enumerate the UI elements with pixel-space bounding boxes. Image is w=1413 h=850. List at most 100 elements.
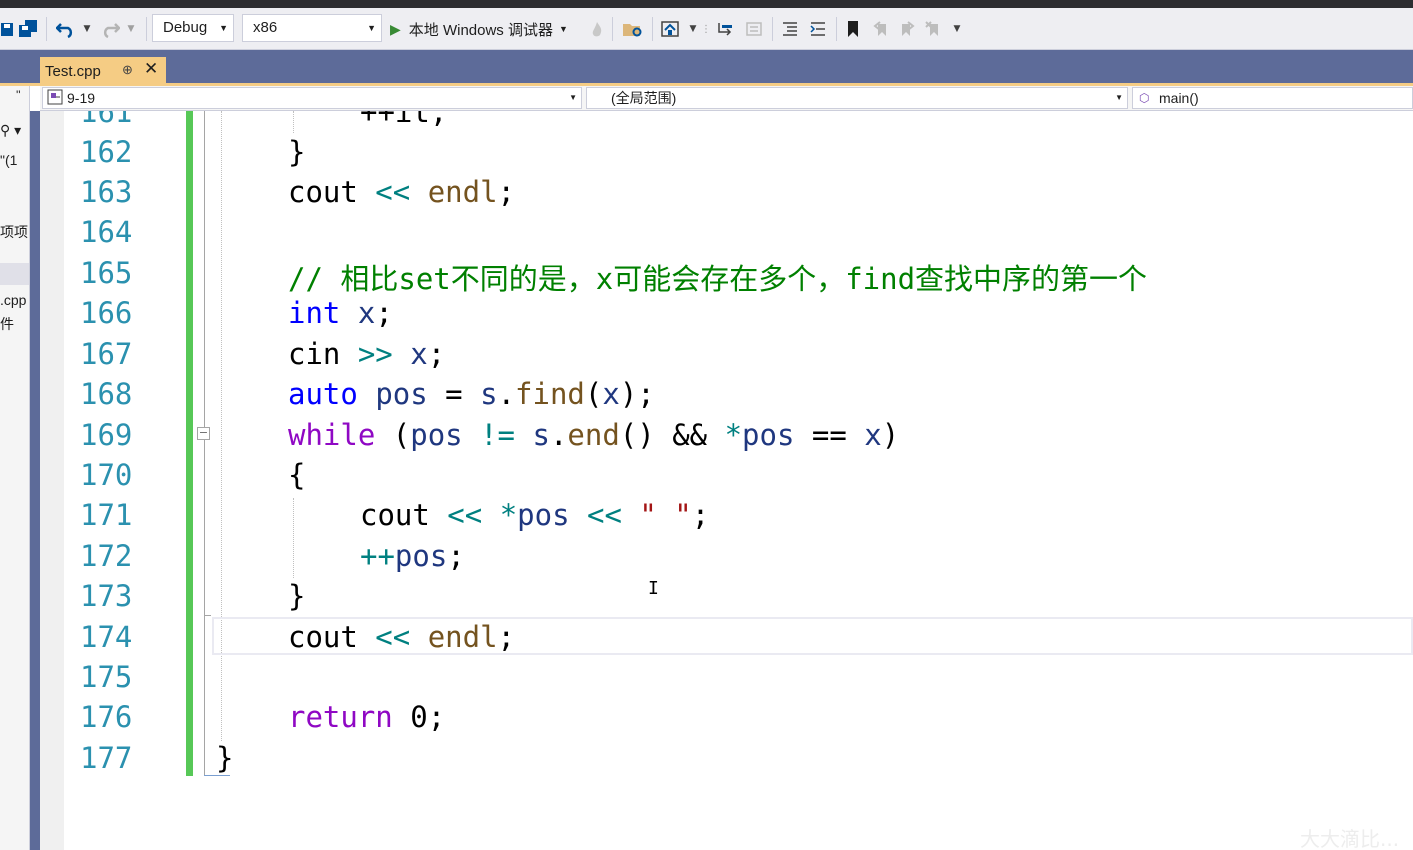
project-icon xyxy=(47,89,63,110)
line-number: 172 xyxy=(80,539,133,573)
redo-dropdown-icon[interactable]: ▼ xyxy=(124,17,138,41)
change-tracking-bar xyxy=(186,111,193,776)
redo-icon[interactable] xyxy=(98,17,122,41)
code-line-168: auto pos = s.find(x); xyxy=(288,377,655,411)
save-icon[interactable] xyxy=(0,17,16,41)
start-debugging-label: 本地 Windows 调试器 xyxy=(408,21,553,39)
code-token: pos xyxy=(742,418,795,452)
panel-quote-icon: '' xyxy=(16,88,21,102)
pin-icon[interactable]: ⊕ xyxy=(122,62,133,78)
close-icon[interactable]: ✕ xyxy=(144,59,158,79)
next-bookmark-icon[interactable] xyxy=(896,17,918,41)
solution-config-value: Debug xyxy=(163,19,208,36)
code-line-165-comment: // 相比set不同的是，x可能会存在多个，find查找中序的第一个 xyxy=(288,262,1148,296)
line-number: 176 xyxy=(80,700,133,734)
tab-label: Test.cpp xyxy=(45,63,101,80)
panel-selected-row[interactable] xyxy=(0,263,29,285)
code-token: endl xyxy=(427,175,498,209)
save-all-icon[interactable] xyxy=(18,17,40,41)
code-line-172: ++pos; xyxy=(360,539,465,573)
code-token: return xyxy=(288,700,393,734)
chevron-down-icon: ▼ xyxy=(558,24,568,34)
project-select[interactable]: 9-19 ▼ xyxy=(42,87,582,109)
toolbar-options-icon[interactable]: ▼ xyxy=(950,17,964,41)
glyph-margin[interactable] xyxy=(40,111,64,850)
bookmark-icon[interactable] xyxy=(842,17,864,41)
code-line-173: } xyxy=(288,579,306,613)
toolbar-separator xyxy=(652,17,653,41)
collapse-icon[interactable]: − xyxy=(197,427,210,440)
chevron-down-icon: ▼ xyxy=(367,23,376,33)
code-token: auto xyxy=(288,377,358,411)
indent-guide xyxy=(293,498,294,578)
clear-bookmarks-icon[interactable] xyxy=(922,17,944,41)
code-token: << xyxy=(357,620,428,654)
comment-lines-icon[interactable] xyxy=(778,17,802,41)
code-token: ; xyxy=(427,700,446,734)
platform-value: x86 xyxy=(253,19,278,36)
code-line-174: cout << endl; xyxy=(288,620,515,654)
code-token: * xyxy=(724,418,743,452)
code-token: ; xyxy=(427,337,446,371)
code-token: ; xyxy=(691,498,710,532)
code-token: ( xyxy=(584,377,603,411)
start-debugging-button[interactable]: ▶ 本地 Windows 调试器 ▼ xyxy=(390,16,568,42)
code-token: x xyxy=(357,296,376,330)
line-number: 168 xyxy=(80,377,133,411)
code-token: cout xyxy=(288,620,358,654)
code-token: pos xyxy=(517,498,570,532)
outline-end-tick xyxy=(204,775,230,776)
hot-reload-icon[interactable] xyxy=(588,17,606,41)
play-icon: ▶ xyxy=(390,20,401,37)
line-number: 164 xyxy=(80,215,133,249)
home-icon[interactable] xyxy=(658,17,682,41)
toolbar-grip-icon[interactable]: ⋮ xyxy=(701,17,711,41)
bookmark-list-icon[interactable] xyxy=(742,17,766,41)
code-token: ; xyxy=(497,175,515,209)
scope-value: (全局范围) xyxy=(611,90,677,106)
outline-line xyxy=(204,111,205,427)
code-token: ; xyxy=(375,296,393,330)
code-token: s xyxy=(480,377,498,411)
panel-file-item[interactable]: .cpp xyxy=(0,292,26,308)
undo-dropdown-icon[interactable]: ▼ xyxy=(80,17,94,41)
scope-select[interactable]: (全局范围) ▼ xyxy=(586,87,1128,109)
line-number: 167 xyxy=(80,337,133,371)
solution-config-select[interactable]: Debug ▼ xyxy=(152,14,234,42)
toolbar: ▼ ▼ Debug ▼ x86 ▼ ▶ 本地 Windows 调试器 ▼ ▼ ⋮ xyxy=(0,8,1413,50)
line-number: 170 xyxy=(80,458,133,492)
toolbar-separator xyxy=(772,17,773,41)
platform-select[interactable]: x86 ▼ xyxy=(242,14,382,42)
code-token: ; xyxy=(447,539,465,573)
code-token: cin xyxy=(288,337,341,371)
code-line-170: { xyxy=(288,458,306,492)
tab-test-cpp[interactable]: Test.cpp ⊕ ✕ xyxy=(40,57,166,86)
chevron-down-icon: ▼ xyxy=(219,23,228,33)
prev-bookmark-icon[interactable] xyxy=(870,17,892,41)
line-number: 163 xyxy=(80,175,133,209)
line-number: 177 xyxy=(80,741,133,775)
step-icon[interactable] xyxy=(714,17,738,41)
outline-end-tick xyxy=(204,615,211,616)
chevron-down-icon: ▼ xyxy=(569,93,577,102)
line-number: 161 xyxy=(80,111,133,129)
line-number: 169 xyxy=(80,418,133,452)
code-token: int xyxy=(288,296,341,330)
uncomment-lines-icon[interactable] xyxy=(806,17,830,41)
undo-icon[interactable] xyxy=(54,17,78,41)
member-select[interactable]: ⬡ main() xyxy=(1132,87,1413,109)
code-token: >> xyxy=(340,337,411,371)
search-icon[interactable]: ⚲ ▾ xyxy=(0,122,21,139)
code-token: cout xyxy=(288,175,358,209)
line-number: 165 xyxy=(80,256,133,290)
overflow-dropdown-icon[interactable]: ▼ xyxy=(686,17,700,41)
toolbar-separator xyxy=(146,17,147,41)
find-in-files-icon[interactable] xyxy=(620,17,646,41)
line-number: 175 xyxy=(80,660,133,694)
panel-splitter[interactable] xyxy=(30,111,40,850)
code-editor[interactable]: 161 162 163 164 165 166 167 168 169 170 … xyxy=(40,111,1413,850)
toolbar-separator xyxy=(836,17,837,41)
